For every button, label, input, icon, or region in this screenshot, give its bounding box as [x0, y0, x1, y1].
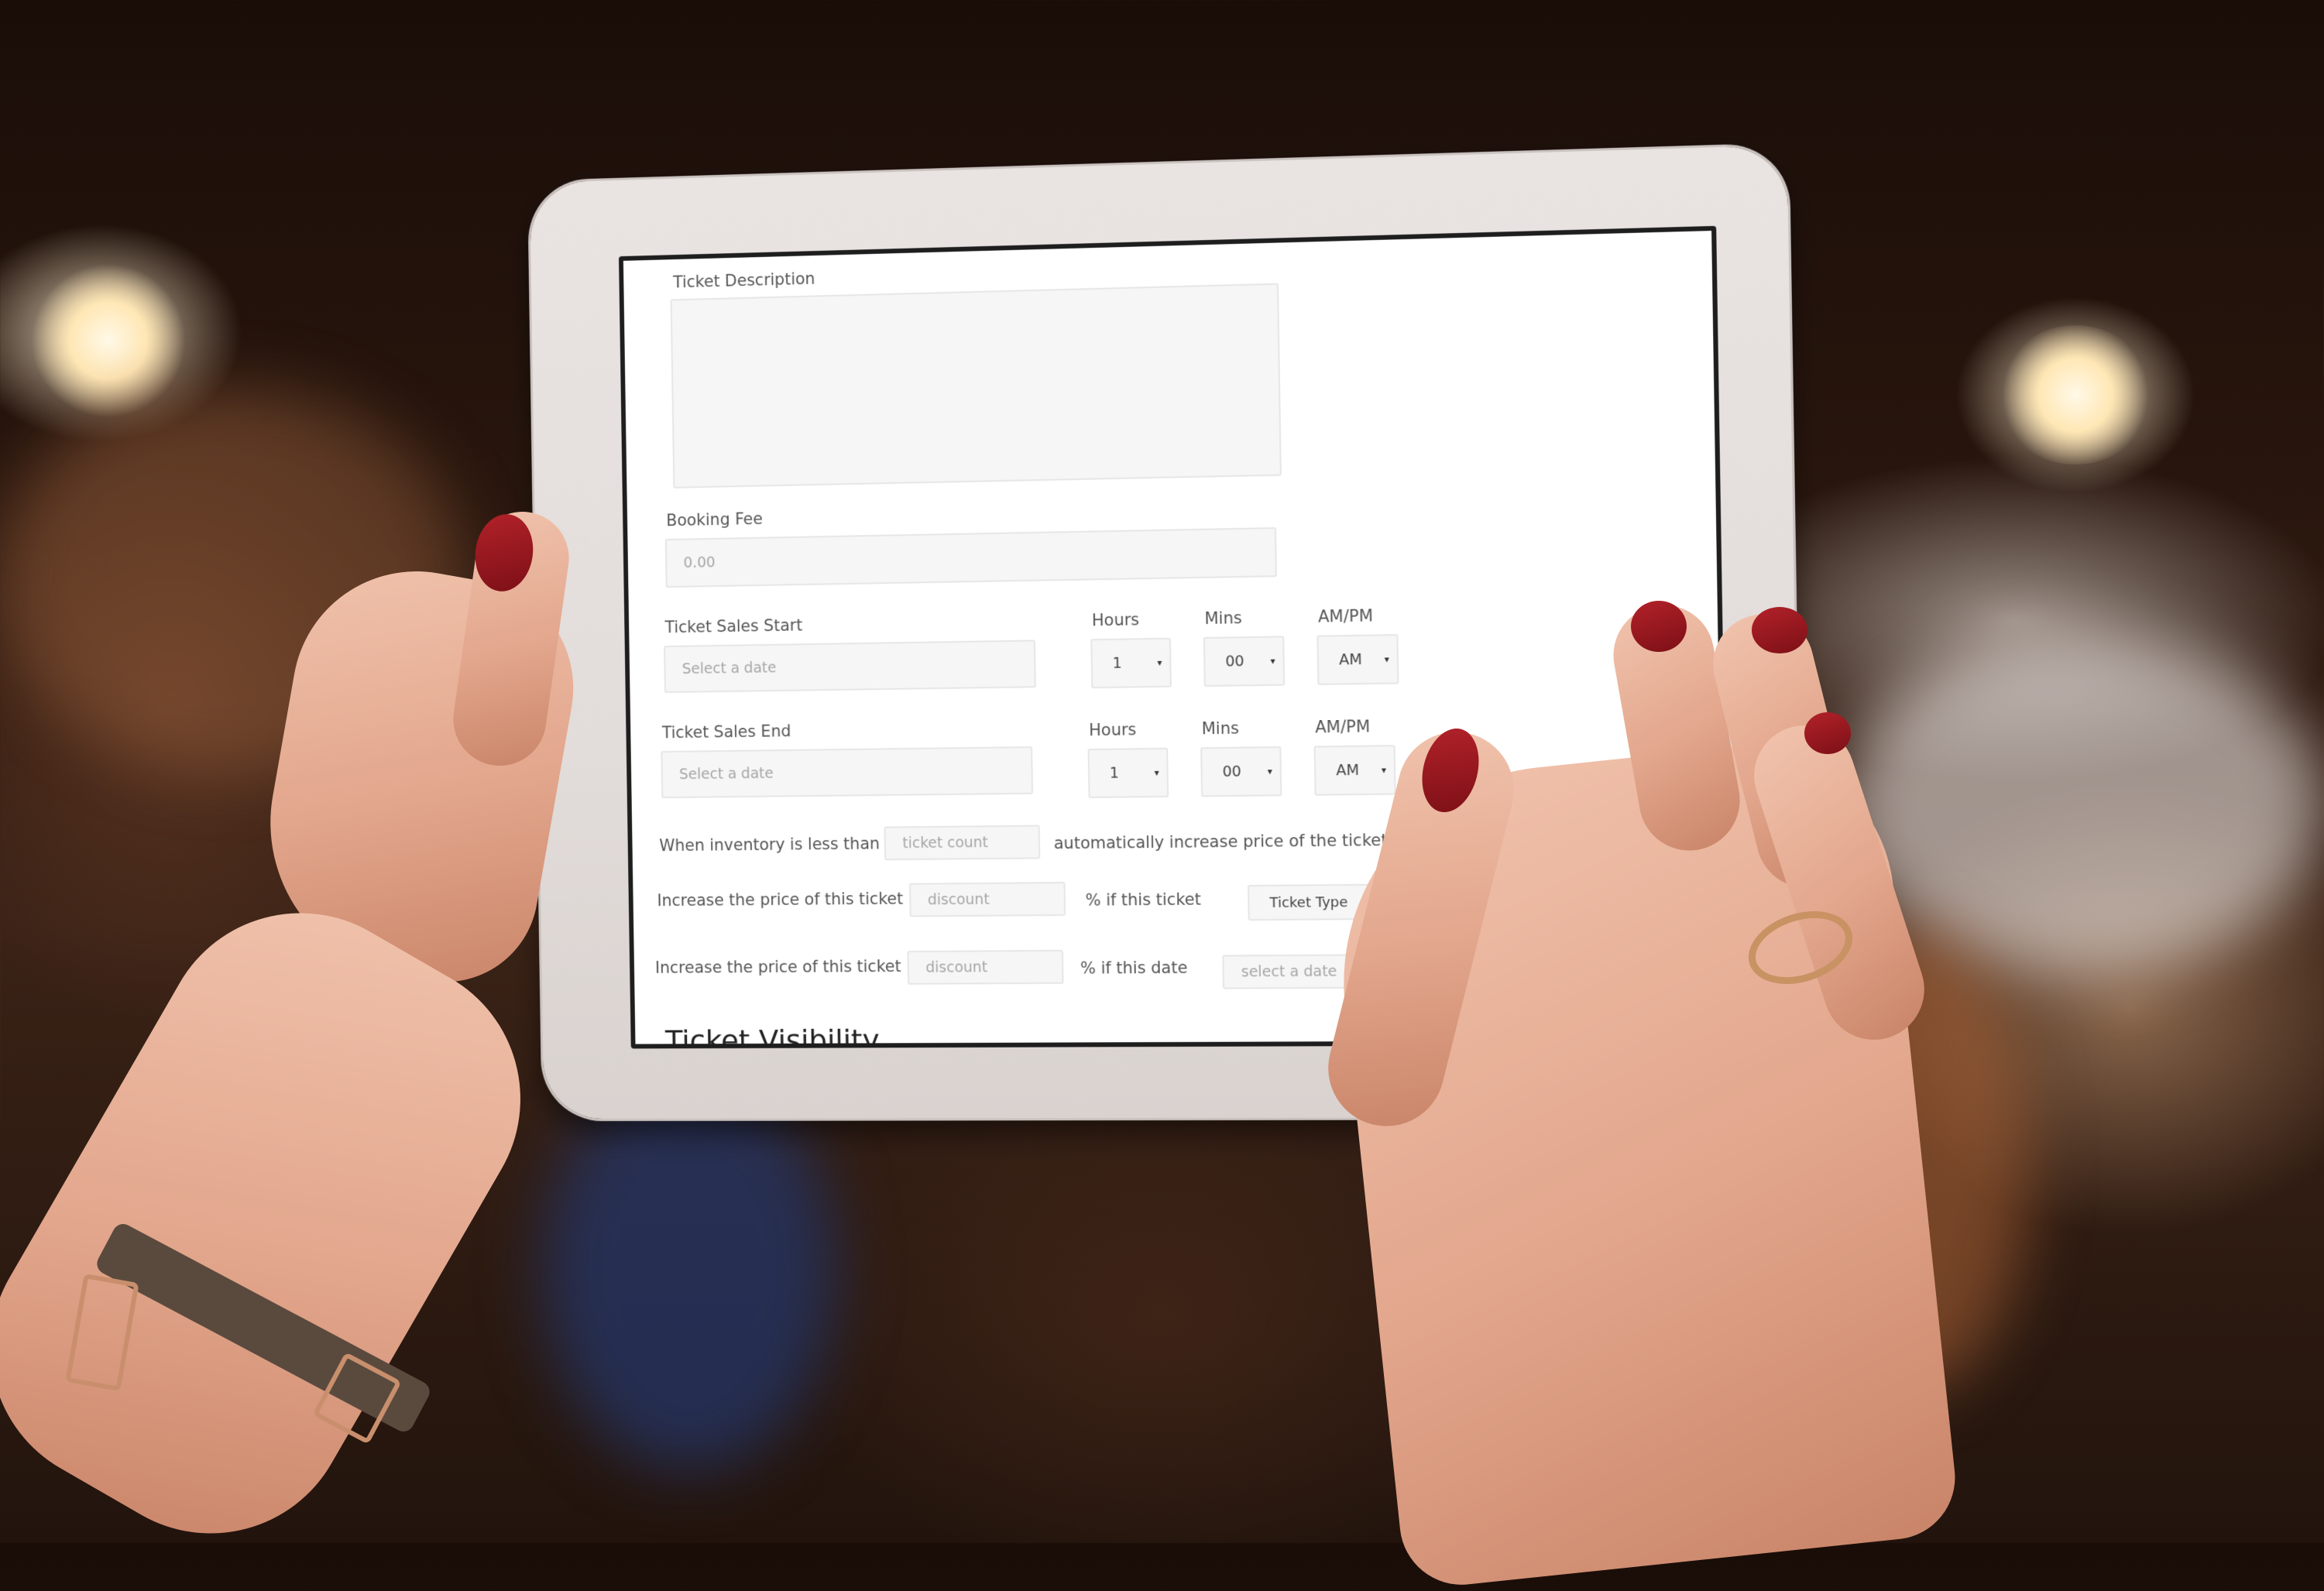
- rule-inventory-prefix: When inventory is less than: [659, 834, 881, 856]
- ticket-count-input[interactable]: ticket count: [884, 825, 1041, 861]
- sellout-discount-input[interactable]: discount: [909, 882, 1066, 917]
- right-index-nail: [1631, 601, 1687, 652]
- date-discount-input[interactable]: discount: [907, 949, 1064, 985]
- booking-fee-input[interactable]: 0.00: [664, 526, 1277, 588]
- start-mins-label: Mins: [1204, 609, 1242, 628]
- end-hours-select[interactable]: 1 ▾: [1087, 747, 1169, 798]
- rule-sellout-prefix: Increase the price of this ticket by: [657, 889, 929, 910]
- end-ampm-value: AM: [1336, 761, 1360, 780]
- booking-fee-label: Booking Fee: [666, 509, 764, 530]
- chevron-down-icon: ▾: [1157, 657, 1162, 668]
- chevron-down-icon: ▾: [1267, 766, 1272, 777]
- chevron-down-icon: ▾: [1384, 653, 1389, 665]
- start-ampm-value: AM: [1338, 650, 1362, 669]
- ticket-sales-end-label: Ticket Sales End: [661, 722, 791, 742]
- ticket-description-label: Ticket Description: [673, 269, 815, 292]
- start-ampm-label: AM/PM: [1317, 606, 1374, 626]
- start-ampm-select[interactable]: AM ▾: [1316, 634, 1399, 685]
- start-mins-value: 00: [1225, 653, 1244, 670]
- right-ring-nail: [1804, 712, 1851, 754]
- start-hours-select[interactable]: 1 ▾: [1090, 637, 1172, 689]
- ticket-sales-end-date-input[interactable]: Select a date: [661, 746, 1034, 799]
- start-hours-value: 1: [1112, 654, 1122, 672]
- end-hours-label: Hours: [1088, 720, 1137, 740]
- ticket-type-value: Ticket Type: [1269, 893, 1348, 911]
- start-hours-label: Hours: [1091, 610, 1140, 630]
- ticket-sales-start-date-input[interactable]: Select a date: [664, 639, 1036, 694]
- ticket-description-textarea[interactable]: [670, 283, 1282, 489]
- chevron-down-icon: ▾: [1270, 655, 1275, 667]
- end-mins-label: Mins: [1201, 718, 1240, 739]
- rule-date-middle: % if this date: [1080, 958, 1188, 978]
- end-mins-select[interactable]: 00 ▾: [1200, 746, 1282, 797]
- ticket-visibility-heading: Ticket Visibility: [664, 1023, 881, 1044]
- right-middle-nail: [1752, 607, 1807, 653]
- start-mins-select[interactable]: 00 ▾: [1203, 636, 1286, 687]
- rule-date-prefix: Increase the price of this ticket by: [654, 956, 926, 977]
- end-hours-value: 1: [1109, 764, 1120, 782]
- chevron-down-icon: ▾: [1381, 764, 1387, 776]
- end-mins-value: 00: [1222, 763, 1242, 780]
- end-ampm-label: AM/PM: [1315, 717, 1371, 737]
- rule-inventory-middle: automatically increase price of the tick…: [1053, 830, 1409, 853]
- ticket-sales-start-label: Ticket Sales Start: [664, 615, 803, 637]
- rule-sellout-middle: % if this ticket: [1085, 890, 1202, 910]
- chevron-down-icon: ▾: [1154, 766, 1159, 779]
- end-ampm-select[interactable]: AM ▾: [1313, 745, 1396, 796]
